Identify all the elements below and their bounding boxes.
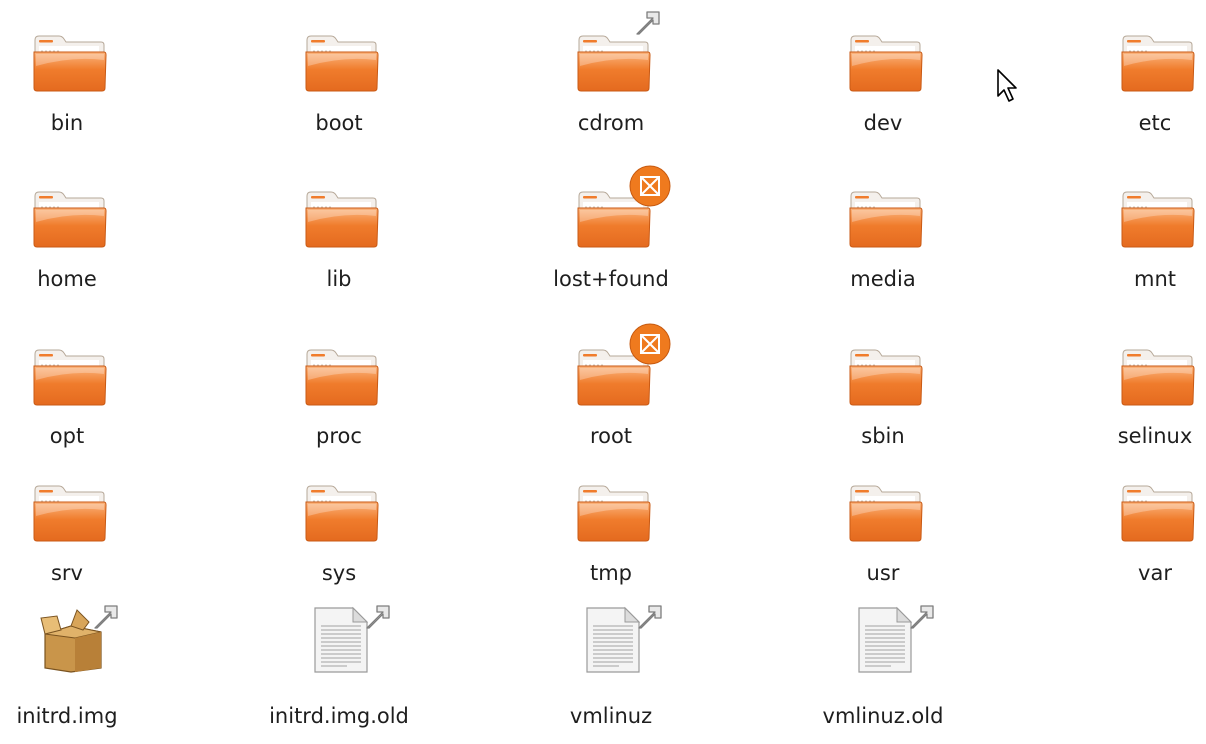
folder-icon-wrap xyxy=(571,480,651,550)
folder-icon xyxy=(33,191,107,248)
folder-icon xyxy=(577,485,651,542)
folder-icon xyxy=(1121,35,1195,92)
file-item-root[interactable]: root xyxy=(511,323,711,474)
icon-view: bin boot cdrom dev etc home lib lost+found media… xyxy=(0,0,1206,744)
file-label: media xyxy=(850,267,916,291)
file-item-tmp[interactable]: tmp xyxy=(511,480,711,610)
file-item-lost-found[interactable]: lost+found xyxy=(511,165,711,316)
file-label: proc xyxy=(316,424,362,448)
folder-icon xyxy=(849,485,923,542)
folder-icon-wrap xyxy=(1115,344,1195,414)
folder-icon-wrap xyxy=(1115,480,1195,550)
file-label: sbin xyxy=(861,424,905,448)
symlink-arrow-icon xyxy=(636,11,660,35)
file-label: initrd.img xyxy=(16,704,118,728)
file-label: etc xyxy=(1138,111,1172,135)
folder-icon-wrap xyxy=(571,323,671,414)
folder-icon xyxy=(849,191,923,248)
file-item-vmlinuz[interactable]: vmlinuz xyxy=(511,605,711,744)
folder-icon-wrap xyxy=(1115,30,1195,100)
folder-icon-wrap xyxy=(571,165,671,256)
file-item-sys[interactable]: sys xyxy=(239,480,439,610)
file-label: usr xyxy=(866,561,900,585)
file-item-initrd-img-old[interactable]: initrd.img.old xyxy=(239,605,439,744)
file-item-opt[interactable]: opt xyxy=(0,344,167,474)
file-item-home[interactable]: home xyxy=(0,186,167,316)
folder-icon xyxy=(1121,191,1195,248)
folder-icon-wrap xyxy=(843,186,923,256)
folder-icon xyxy=(577,35,651,92)
file-item-initrd-img[interactable]: initrd.img xyxy=(0,605,167,744)
file-label: lost+found xyxy=(553,267,669,291)
folder-icon-wrap xyxy=(299,344,379,414)
file-label: boot xyxy=(315,111,363,135)
folder-icon-wrap xyxy=(27,186,107,256)
file-item-selinux[interactable]: selinux xyxy=(1055,344,1206,474)
folder-icon-wrap xyxy=(299,480,379,550)
folder-icon-wrap xyxy=(27,344,107,414)
document-icon-wrap xyxy=(299,605,390,686)
file-label: vmlinuz xyxy=(569,704,653,728)
file-label: var xyxy=(1138,561,1172,585)
document-icon-wrap xyxy=(571,605,662,686)
file-item-vmlinuz-old[interactable]: vmlinuz.old xyxy=(783,605,983,744)
file-item-media[interactable]: media xyxy=(783,186,983,316)
unreadable-icon xyxy=(629,165,671,207)
folder-icon-wrap xyxy=(299,30,379,100)
folder-icon xyxy=(305,485,379,542)
file-label: srv xyxy=(50,561,83,585)
folder-icon xyxy=(33,485,107,542)
folder-icon xyxy=(33,35,107,92)
folder-icon-wrap xyxy=(843,30,923,100)
file-item-lib[interactable]: lib xyxy=(239,186,439,316)
file-item-sbin[interactable]: sbin xyxy=(783,344,983,474)
file-item-srv[interactable]: srv xyxy=(0,480,167,610)
folder-icon xyxy=(33,349,107,406)
folder-icon-wrap xyxy=(843,344,923,414)
file-item-mnt[interactable]: mnt xyxy=(1055,186,1206,316)
file-label: dev xyxy=(863,111,903,135)
file-label: mnt xyxy=(1134,267,1176,291)
file-item-boot[interactable]: boot xyxy=(239,30,439,160)
package-icon-wrap xyxy=(27,605,118,686)
symlink-arrow-icon xyxy=(638,605,662,629)
file-item-etc[interactable]: etc xyxy=(1055,30,1206,160)
folder-icon-wrap xyxy=(571,11,660,100)
file-label: opt xyxy=(49,424,85,448)
file-label: home xyxy=(37,267,97,291)
folder-icon xyxy=(305,35,379,92)
folder-icon-wrap xyxy=(299,186,379,256)
file-item-usr[interactable]: usr xyxy=(783,480,983,610)
file-label: tmp xyxy=(589,561,633,585)
file-item-proc[interactable]: proc xyxy=(239,344,439,474)
file-label: initrd.img.old xyxy=(269,704,409,728)
folder-icon xyxy=(1121,485,1195,542)
unreadable-icon xyxy=(629,323,671,365)
folder-icon xyxy=(849,349,923,406)
file-item-dev[interactable]: dev xyxy=(783,30,983,160)
file-label: bin xyxy=(50,111,84,135)
file-label: cdrom xyxy=(577,111,645,135)
symlink-arrow-icon xyxy=(910,605,934,629)
symlink-arrow-icon xyxy=(94,605,118,629)
folder-icon-wrap xyxy=(1115,186,1195,256)
file-label: sys xyxy=(321,561,357,585)
file-label: lib xyxy=(326,267,352,291)
file-item-cdrom[interactable]: cdrom xyxy=(511,11,711,160)
file-label: root xyxy=(589,424,633,448)
folder-icon xyxy=(305,191,379,248)
symlink-arrow-icon xyxy=(366,605,390,629)
folder-icon-wrap xyxy=(27,480,107,550)
file-item-bin[interactable]: bin xyxy=(0,30,167,160)
folder-icon xyxy=(305,349,379,406)
document-icon-wrap xyxy=(843,605,934,686)
mouse-pointer-icon xyxy=(997,69,1017,102)
file-item-var[interactable]: var xyxy=(1055,480,1206,610)
file-label: vmlinuz.old xyxy=(822,704,944,728)
folder-icon xyxy=(849,35,923,92)
file-label: selinux xyxy=(1117,424,1193,448)
folder-icon-wrap xyxy=(27,30,107,100)
folder-icon xyxy=(1121,349,1195,406)
folder-icon-wrap xyxy=(843,480,923,550)
